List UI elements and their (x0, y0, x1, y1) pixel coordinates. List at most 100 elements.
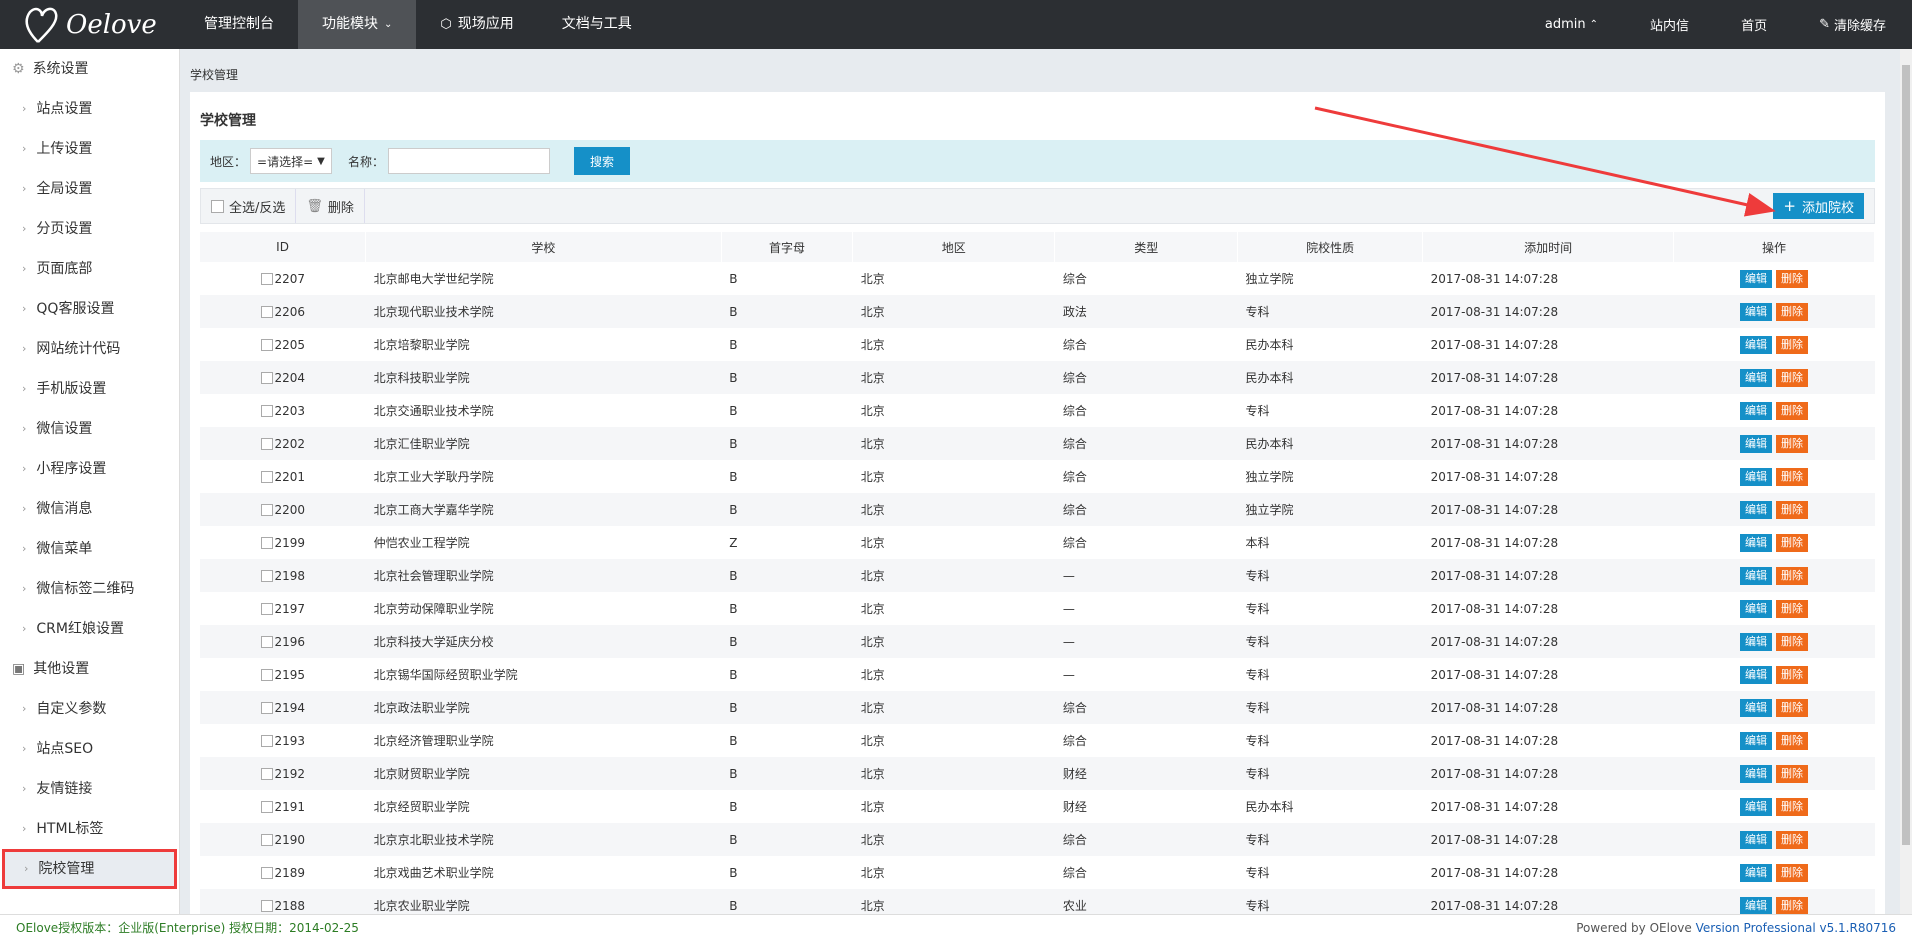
edit-button[interactable]: 编辑 (1740, 731, 1772, 750)
row-checkbox[interactable] (260, 867, 273, 879)
scrollbar-thumb[interactable] (1902, 65, 1910, 845)
sidebar-item[interactable]: › 网站统计代码 (0, 329, 179, 369)
sidebar-item[interactable]: › 院校管理 (2, 849, 177, 889)
messages-link[interactable]: 站内信 (1624, 15, 1715, 34)
edit-button[interactable]: 编辑 (1740, 401, 1772, 420)
nav-console[interactable]: 管理控制台 (180, 0, 298, 49)
delete-button[interactable]: 删除 (1776, 665, 1808, 684)
row-checkbox[interactable] (260, 636, 273, 648)
select-all-toggle[interactable]: 全选/反选 (201, 189, 297, 223)
sidebar-item[interactable]: › 小程序设置 (0, 449, 179, 489)
sidebar-item[interactable]: › HTML标签 (0, 809, 179, 849)
row-checkbox[interactable] (260, 306, 273, 318)
delete-button[interactable]: 删除 (1776, 467, 1808, 486)
delete-button[interactable]: 删除 (1776, 401, 1808, 420)
row-checkbox[interactable] (260, 405, 273, 417)
sidebar-item[interactable]: › 友情链接 (0, 769, 179, 809)
row-checkbox[interactable] (260, 372, 273, 384)
sidebar-item[interactable]: › 全局设置 (0, 169, 179, 209)
sidebar-item[interactable]: › 微信消息 (0, 489, 179, 529)
sidebar-item[interactable]: › QQ客服设置 (0, 289, 179, 329)
row-checkbox[interactable] (260, 537, 273, 549)
sidebar-item[interactable]: › 手机版设置 (0, 369, 179, 409)
delete-button[interactable]: 删除 (1776, 698, 1808, 717)
home-link[interactable]: 首页 (1715, 15, 1793, 34)
edit-button[interactable]: 编辑 (1740, 269, 1772, 288)
user-menu[interactable]: admin ⌃ (1519, 17, 1624, 32)
delete-button[interactable]: 删除 (1776, 566, 1808, 585)
select-all-checkbox[interactable] (211, 199, 224, 213)
edit-button[interactable]: 编辑 (1740, 467, 1772, 486)
delete-button[interactable]: 删除 (1776, 434, 1808, 453)
delete-button[interactable]: 删除 (1776, 599, 1808, 618)
sidebar-item[interactable]: › 微信标签二维码 (0, 569, 179, 609)
edit-button[interactable]: 编辑 (1740, 830, 1772, 849)
nav-docs-tools[interactable]: 文档与工具 (538, 0, 656, 49)
search-button[interactable]: 搜索 (574, 147, 631, 175)
row-checkbox[interactable] (260, 669, 273, 681)
nav-onsite-apps[interactable]: ⬡ 现场应用 (416, 0, 537, 49)
edit-button[interactable]: 编辑 (1740, 566, 1772, 585)
edit-button[interactable]: 编辑 (1740, 764, 1772, 783)
cell-nature: 专科 (1237, 823, 1423, 856)
edit-button[interactable]: 编辑 (1740, 896, 1772, 914)
edit-button[interactable]: 编辑 (1740, 302, 1772, 321)
sidebar-item[interactable]: › 自定义参数 (0, 689, 179, 729)
sidebar-group-other[interactable]: ▣ 其他设置 (0, 649, 179, 689)
delete-button[interactable]: 删除 (1776, 764, 1808, 783)
row-checkbox[interactable] (260, 834, 273, 846)
row-checkbox[interactable] (260, 339, 273, 351)
sidebar-item[interactable]: › 站点SEO (0, 729, 179, 769)
row-checkbox[interactable] (260, 768, 273, 780)
add-school-button[interactable]: + 添加院校 (1773, 193, 1864, 219)
row-checkbox[interactable] (260, 702, 273, 714)
edit-button[interactable]: 编辑 (1740, 863, 1772, 882)
delete-button[interactable]: 删除 (1776, 731, 1808, 750)
nav-modules[interactable]: 功能模块 ⌄ (298, 0, 417, 49)
delete-button[interactable]: 删除 (1776, 830, 1808, 849)
delete-button[interactable]: 删除 (1776, 863, 1808, 882)
row-checkbox[interactable] (260, 570, 273, 582)
row-checkbox[interactable] (260, 801, 273, 813)
sidebar-item[interactable]: › 站点设置 (0, 89, 179, 129)
row-checkbox[interactable] (260, 273, 273, 285)
edit-button[interactable]: 编辑 (1740, 665, 1772, 684)
region-select[interactable]: =请选择= ▼ (250, 148, 333, 174)
batch-delete-button[interactable]: 🗑 删除 (296, 189, 365, 223)
edit-button[interactable]: 编辑 (1740, 500, 1772, 519)
row-checkbox[interactable] (260, 900, 273, 912)
row-checkbox[interactable] (260, 438, 273, 450)
edit-button[interactable]: 编辑 (1740, 599, 1772, 618)
sidebar-item[interactable]: › 上传设置 (0, 129, 179, 169)
row-checkbox[interactable] (260, 504, 273, 516)
delete-button[interactable]: 删除 (1776, 368, 1808, 387)
edit-button[interactable]: 编辑 (1740, 368, 1772, 387)
delete-button[interactable]: 删除 (1776, 533, 1808, 552)
sidebar-item[interactable]: › 微信设置 (0, 409, 179, 449)
sidebar-item[interactable]: › 页面底部 (0, 249, 179, 289)
edit-button[interactable]: 编辑 (1740, 533, 1772, 552)
row-checkbox[interactable] (260, 603, 273, 615)
delete-button[interactable]: 删除 (1776, 335, 1808, 354)
logo[interactable]: Oelove (22, 2, 182, 46)
delete-button[interactable]: 删除 (1776, 632, 1808, 651)
delete-button[interactable]: 删除 (1776, 302, 1808, 321)
delete-button[interactable]: 删除 (1776, 500, 1808, 519)
sidebar-group-system[interactable]: ⚙ 系统设置 (0, 49, 179, 89)
sidebar-item[interactable]: › CRM红娘设置 (0, 609, 179, 649)
sidebar-item[interactable]: › 分页设置 (0, 209, 179, 249)
edit-button[interactable]: 编辑 (1740, 797, 1772, 816)
delete-button[interactable]: 删除 (1776, 269, 1808, 288)
row-checkbox[interactable] (260, 471, 273, 483)
delete-button[interactable]: 删除 (1776, 797, 1808, 816)
clear-cache-link[interactable]: ✎ 清除缓存 (1793, 15, 1912, 34)
name-input[interactable] (388, 148, 551, 174)
edit-button[interactable]: 编辑 (1740, 632, 1772, 651)
sidebar-item[interactable]: › 微信菜单 (0, 529, 179, 569)
row-checkbox[interactable] (260, 735, 273, 747)
delete-button[interactable]: 删除 (1776, 896, 1808, 914)
edit-button[interactable]: 编辑 (1740, 335, 1772, 354)
vertical-scrollbar[interactable] (1900, 49, 1912, 914)
edit-button[interactable]: 编辑 (1740, 698, 1772, 717)
edit-button[interactable]: 编辑 (1740, 434, 1772, 453)
